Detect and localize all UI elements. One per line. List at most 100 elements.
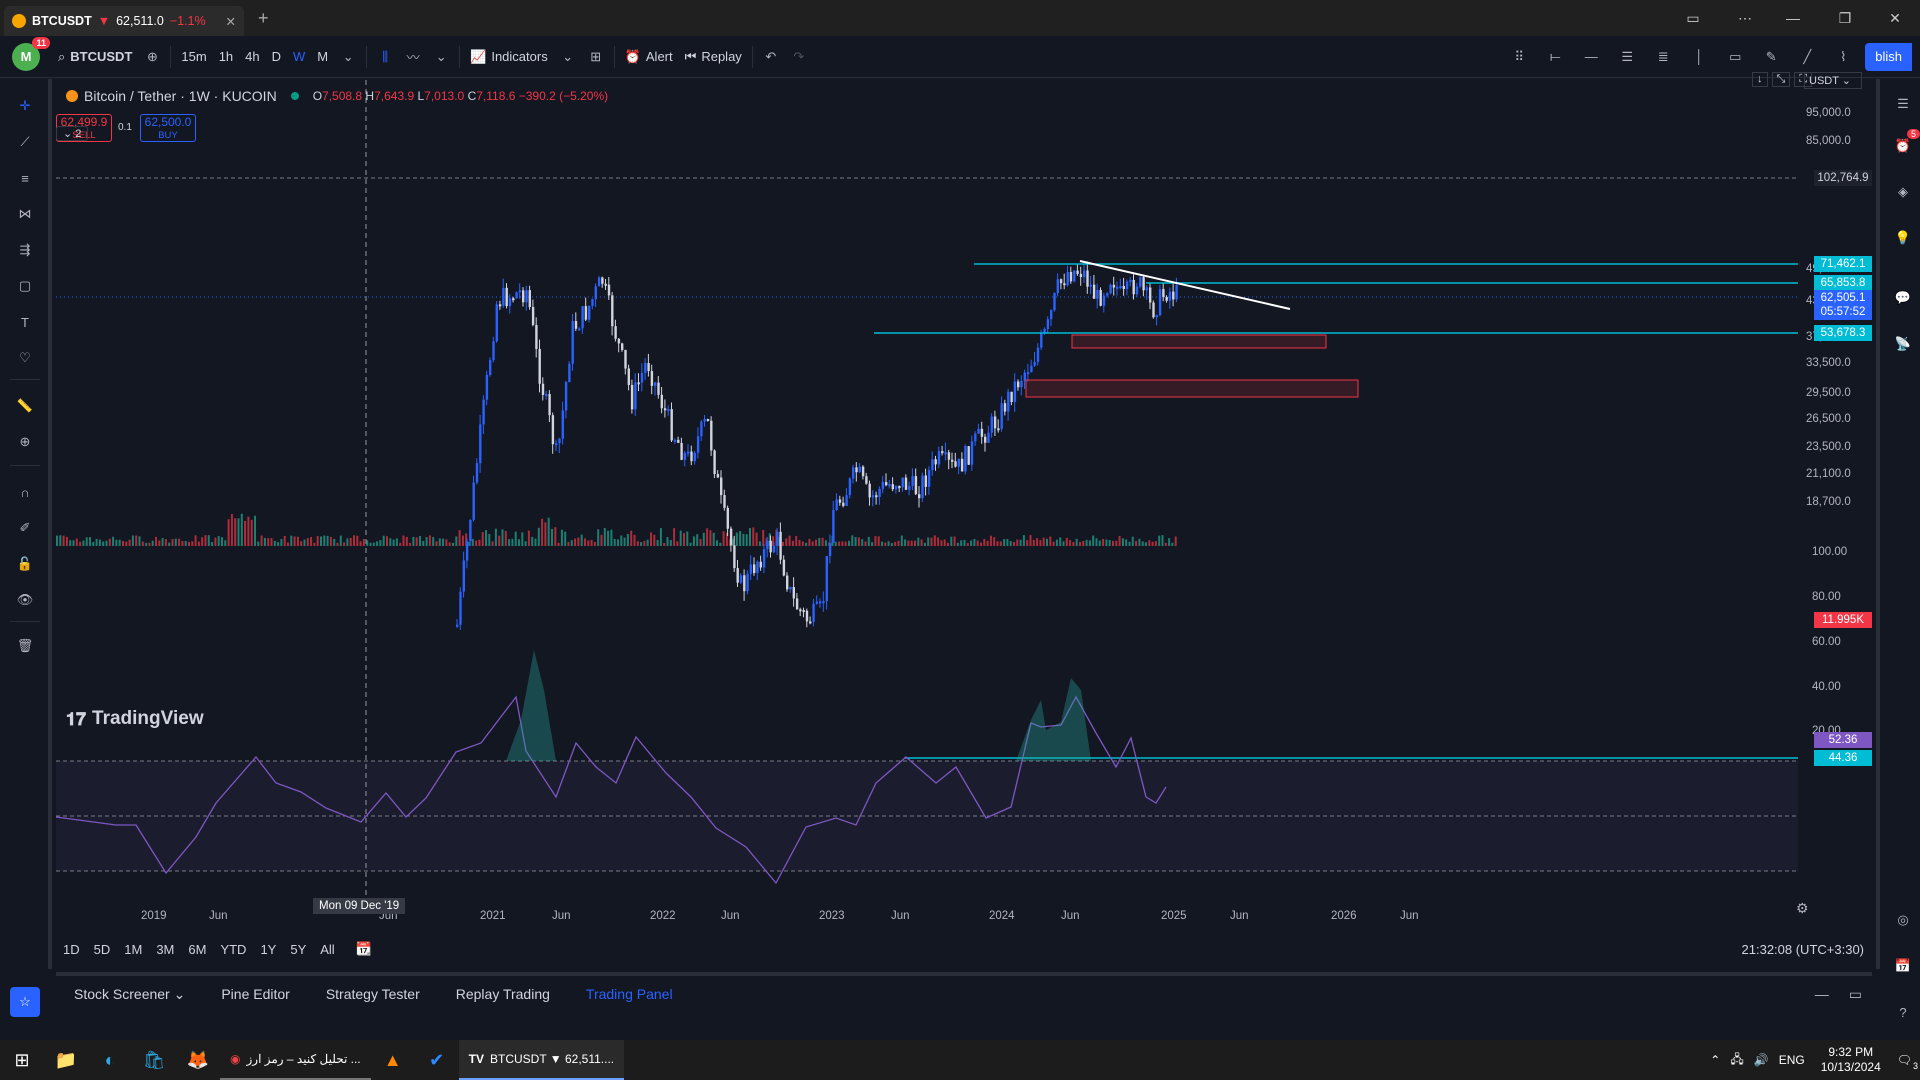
support-zone-2[interactable] <box>1025 379 1359 398</box>
range-1d[interactable]: 1D <box>56 942 87 957</box>
close-window-icon[interactable]: ✕ <box>1872 0 1918 36</box>
path-icon[interactable]: ⌇ <box>1829 43 1857 71</box>
download-icon[interactable]: ↓ <box>1752 72 1768 87</box>
taskbar-tradingview[interactable]: TV BTCUSDT ▼ 62,511.... <box>458 1040 625 1080</box>
vertical-line-icon[interactable]: │ <box>1685 43 1713 71</box>
chat-icon[interactable]: 💬 <box>1888 283 1918 313</box>
ruler-icon[interactable]: 📏 <box>10 391 40 421</box>
layers-icon[interactable]: ◈ <box>1888 177 1918 207</box>
buy-button[interactable]: 62,500.0 BUY <box>140 114 196 142</box>
language-indicator[interactable]: ENG <box>1779 1053 1805 1067</box>
forecast-icon[interactable]: ⇶ <box>10 235 40 265</box>
fib-icon[interactable]: ≣ <box>1649 43 1677 71</box>
shapes-icon[interactable]: ▢ <box>10 271 40 301</box>
range-5d[interactable]: 5D <box>87 942 118 957</box>
publish-button[interactable]: blish <box>1865 42 1912 71</box>
range-ytd[interactable]: YTD <box>213 942 253 957</box>
chart-pane[interactable]: Bitcoin / Tether · 1W · KUCOIN O7,508.8 … <box>56 72 1872 968</box>
more-icon[interactable]: ⋯ <box>1722 0 1768 36</box>
interval-w[interactable]: W <box>287 42 311 72</box>
settings-gear-icon[interactable]: ⚙ <box>1796 900 1809 917</box>
chevron-down-icon[interactable]: ⌄ <box>554 43 582 71</box>
volume-icon[interactable]: 🔊 <box>1754 1053 1769 1067</box>
eye-icon[interactable]: 👁 <box>10 585 40 615</box>
chevron-down-icon[interactable]: ⌄ <box>427 43 455 71</box>
collapse-icon[interactable]: ⤡ <box>1771 72 1791 87</box>
help-icon[interactable]: ? <box>1888 997 1918 1027</box>
minimize-panel-icon[interactable]: — <box>1815 986 1829 1002</box>
layout-grid-icon[interactable]: ⊞ <box>582 43 610 71</box>
support-zone-1[interactable] <box>1071 334 1327 349</box>
crosshair-icon[interactable]: ✛ <box>10 91 40 121</box>
interval-m[interactable]: M <box>311 42 334 72</box>
alert-button[interactable]: ⏰ Alert <box>619 42 679 72</box>
notification-icon[interactable]: 🗨 3 <box>1897 1053 1918 1071</box>
line-chart-icon[interactable]: 〰 <box>399 43 427 71</box>
range-1m[interactable]: 1M <box>117 942 149 957</box>
trend-line-icon[interactable]: ╱ <box>1793 43 1821 71</box>
range-all[interactable]: All <box>313 942 341 957</box>
compare-add-icon[interactable]: ⊕ <box>138 43 166 71</box>
range-6m[interactable]: 6M <box>181 942 213 957</box>
clock-display[interactable]: 21:32:08 (UTC+3:30) <box>1742 942 1864 957</box>
target-icon[interactable]: ◎ <box>1888 905 1918 935</box>
vlc-icon[interactable]: ▲ <box>371 1040 415 1080</box>
avatar[interactable]: M 11 <box>12 36 50 71</box>
range-1y[interactable]: 1Y <box>253 942 283 957</box>
indicators-button[interactable]: 📈 Indicators <box>464 42 554 72</box>
trash-icon[interactable]: 🗑 <box>10 631 40 661</box>
windows-start-icon[interactable]: ⊞ <box>0 1040 44 1080</box>
parallel-channel-icon[interactable]: ☰ <box>1613 43 1641 71</box>
streams-icon[interactable]: 📡 <box>1888 329 1918 359</box>
horizontal-line-icon[interactable]: — <box>1577 43 1605 71</box>
goto-date-icon[interactable]: 📆 <box>356 941 372 957</box>
fib-retracement-icon[interactable]: ≡ <box>10 163 40 193</box>
tray-clock[interactable]: 9:32 PM 10/13/2024 <box>1821 1045 1881 1075</box>
new-tab-button[interactable]: + <box>258 8 269 29</box>
interval-4h[interactable]: 4h <box>239 42 265 72</box>
tray-chevron-icon[interactable]: ⌃ <box>1710 1053 1720 1067</box>
redo-icon[interactable]: ↷ <box>785 43 813 71</box>
star-icon[interactable]: ☆ <box>10 987 40 1017</box>
interval-d[interactable]: D <box>266 42 287 72</box>
store-icon[interactable]: 🛍 <box>132 1040 176 1080</box>
tab-pine-editor[interactable]: Pine Editor <box>203 986 307 1002</box>
grip-icon[interactable]: ⠿ <box>1505 43 1533 71</box>
magnet-icon[interactable]: ∩ <box>10 477 40 507</box>
firefox-icon[interactable]: 🦊 <box>176 1040 220 1080</box>
legend-title[interactable]: Bitcoin / Tether · 1W · KUCOIN <box>84 88 277 104</box>
lock-drawings-icon[interactable]: ✐ <box>10 513 40 543</box>
replay-button[interactable]: ⏮ Replay <box>679 42 748 72</box>
taskbar-chrome[interactable]: ◉ تحلیل کنید – رمز ارز ... <box>220 1040 371 1080</box>
tab-close-icon[interactable]: ✕ <box>226 14 236 29</box>
network-icon[interactable]: 🖧 <box>1730 1050 1743 1071</box>
minimize-icon[interactable]: — <box>1770 0 1816 36</box>
undo-icon[interactable]: ↶ <box>757 43 785 71</box>
range-3m[interactable]: 3M <box>149 942 181 957</box>
calendar-icon[interactable]: 📅 <box>1888 951 1918 981</box>
restore-icon[interactable]: ❐ <box>1822 0 1868 36</box>
indicator-collapse-button[interactable]: ⌄ 2 <box>56 126 89 141</box>
symbol-search[interactable]: ⌕ BTCUSDT <box>52 42 138 72</box>
price-chart-canvas[interactable] <box>56 80 1872 968</box>
tab-replay-trading[interactable]: Replay Trading <box>438 986 568 1002</box>
cast-icon[interactable]: ▭ <box>1670 0 1716 36</box>
zoom-icon[interactable]: ⊕ <box>10 427 40 457</box>
alerts-clock-icon[interactable]: ⏰ 5 <box>1888 129 1920 161</box>
currency-select[interactable]: USDT ⌄ <box>1804 72 1862 89</box>
horizontal-ray-icon[interactable]: ⟝ <box>1541 43 1569 71</box>
interval-15m[interactable]: 15m <box>175 42 212 72</box>
candles-icon[interactable]: ⫼ <box>371 43 399 71</box>
rectangle-icon[interactable]: ▭ <box>1721 43 1749 71</box>
heart-icon[interactable]: ♡ <box>10 343 40 373</box>
range-5y[interactable]: 5Y <box>283 942 313 957</box>
text-icon[interactable]: T <box>10 307 40 337</box>
price-axis[interactable]: ↓ ⤡ ⛶ USDT ⌄ 95,000.085,000.049,500.043,… <box>1752 72 1872 900</box>
ideas-icon[interactable]: 💡 <box>1888 223 1918 253</box>
todo-icon[interactable]: ✔ <box>415 1040 459 1080</box>
tab-trading-panel[interactable]: Trading Panel <box>568 986 691 1002</box>
maximize-panel-icon[interactable]: ▭ <box>1849 986 1862 1003</box>
tab-stock-screener[interactable]: Stock Screener ⌄ <box>56 986 203 1003</box>
brush-icon[interactable]: ✎ <box>1757 43 1785 71</box>
pattern-icon[interactable]: ⋈ <box>10 199 40 229</box>
